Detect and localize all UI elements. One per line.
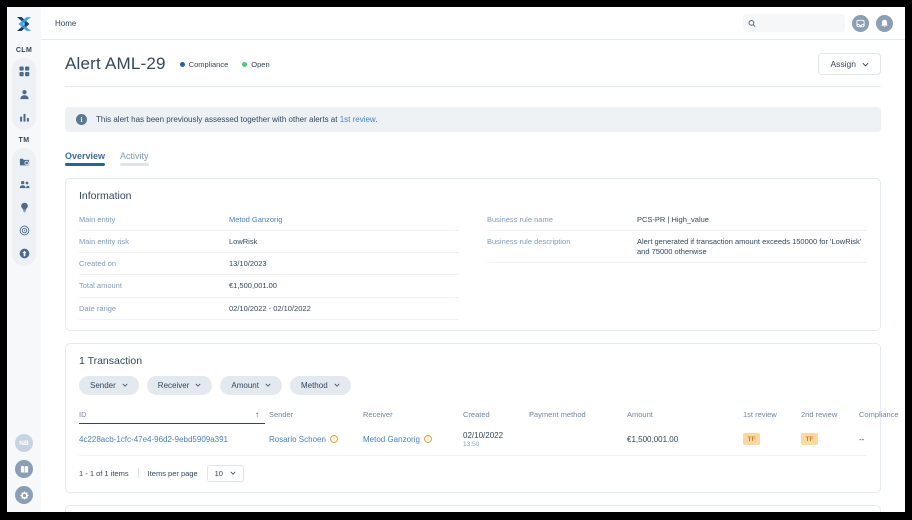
info-row-main-entity: Main entity Metod Ganzorig xyxy=(79,209,459,231)
first-review-link[interactable]: 1st review xyxy=(340,115,376,124)
sidebar: CLM TM xyxy=(7,7,41,512)
info-row-main-entity-risk: Main entity risk LowRisk xyxy=(79,231,459,253)
assessments-card: Assessments xyxy=(65,505,881,512)
sidebar-group-tm xyxy=(12,148,36,266)
amount-cell: €1,500,001.00 xyxy=(627,435,739,444)
tf-badge: TF xyxy=(743,433,760,445)
bell-icon[interactable] xyxy=(876,15,893,32)
sidebar-bottom: NB xyxy=(15,434,33,504)
book-icon[interactable] xyxy=(15,460,33,478)
tab-bar: Overview Activity xyxy=(65,151,881,166)
column-header-payment-method[interactable]: Payment method xyxy=(529,406,623,423)
page-title: Alert AML-29 xyxy=(65,54,166,74)
app-window: CLM TM xyxy=(7,7,905,512)
column-header-compliance[interactable]: Compliance xyxy=(859,406,899,423)
sidebar-section-label-tm: TM xyxy=(19,137,30,144)
column-header-sender[interactable]: Sender xyxy=(269,406,359,423)
table-row: 4c228acb-1cfc-47e4-96d2-9ebd5909a391 Ros… xyxy=(79,424,867,456)
info-row-business-rule-description: Business rule description Alert generate… xyxy=(487,231,867,263)
page-content: Alert AML-29 Compliance Open Assign xyxy=(41,40,905,512)
second-review-cell: TF xyxy=(801,433,855,445)
items-per-page-label: Items per page xyxy=(148,469,198,478)
info-row-created-on: Created on 13/10/2023 xyxy=(79,253,459,275)
user-avatar[interactable]: NB xyxy=(15,434,33,452)
tf-badge: TF xyxy=(801,433,818,445)
chevron-down-icon xyxy=(862,62,869,67)
inbox-icon[interactable] xyxy=(852,15,869,32)
status-badge-compliance: Compliance xyxy=(180,60,229,69)
information-title: Information xyxy=(79,190,867,202)
person-icon[interactable] xyxy=(18,88,30,100)
sidebar-group-clm xyxy=(12,58,36,130)
items-per-page-select[interactable]: 10 xyxy=(207,465,244,482)
sidebar-section-label-clm: CLM xyxy=(16,47,32,54)
chevron-down-icon xyxy=(122,383,128,387)
filter-method[interactable]: Method xyxy=(290,376,351,395)
main-area: Home xyxy=(41,7,905,512)
chevron-down-icon xyxy=(230,471,236,475)
breadcrumb[interactable]: Home xyxy=(55,19,76,28)
transactions-title: 1 Transaction xyxy=(79,355,867,367)
open-dot-icon xyxy=(242,62,247,67)
screenshot-frame: CLM TM xyxy=(0,0,912,520)
bar-chart-icon[interactable] xyxy=(18,111,30,123)
first-review-cell: TF xyxy=(743,433,797,445)
column-header-1st-review[interactable]: 1st review xyxy=(743,406,797,423)
chevron-down-icon xyxy=(334,383,340,387)
topbar: Home xyxy=(41,7,905,40)
table-header-row: ID ↑ Sender Receiver Created Payment met… xyxy=(79,406,867,424)
compliance-dot-icon xyxy=(180,62,185,67)
radar-icon[interactable] xyxy=(18,224,30,236)
gear-icon[interactable] xyxy=(15,486,33,504)
status-badge-open: Open xyxy=(242,60,269,69)
pagination-range: 1 - 1 of 1 items xyxy=(79,469,129,478)
sort-asc-icon[interactable]: ↑ xyxy=(255,410,259,419)
page-head: Alert AML-29 Compliance Open Assign xyxy=(65,40,881,87)
column-header-2nd-review[interactable]: 2nd review xyxy=(801,406,855,423)
transaction-id-link[interactable]: 4c228acb-1cfc-47e4-96d2-9ebd5909a391 xyxy=(79,435,265,444)
pagination-bar: 1 - 1 of 1 items Items per page 10 xyxy=(79,465,867,482)
chevron-down-icon xyxy=(195,383,201,387)
app-logo-icon[interactable] xyxy=(14,14,34,34)
dashboard-icon[interactable] xyxy=(18,65,30,77)
search-icon xyxy=(748,19,756,28)
upload-circle-icon[interactable] xyxy=(18,247,30,259)
case-search-icon[interactable] xyxy=(18,155,30,167)
created-cell: 02/10/2022 13:50 xyxy=(463,431,525,448)
filter-amount[interactable]: Amount xyxy=(220,376,282,395)
column-header-id[interactable]: ID ↑ xyxy=(79,406,265,424)
info-row-business-rule-name: Business rule name PCS-PR | High_value xyxy=(487,209,867,231)
info-row-total-amount: Total amount €1,500,001.00 xyxy=(79,275,459,297)
tab-overview[interactable]: Overview xyxy=(65,151,105,166)
receiver-link[interactable]: Metod Ganzorig ! xyxy=(363,435,459,444)
compliance-cell: -- xyxy=(859,435,867,444)
column-header-created[interactable]: Created xyxy=(463,406,525,423)
warning-icon[interactable]: ! xyxy=(424,435,432,443)
info-banner: i This alert has been previously assesse… xyxy=(65,107,881,132)
transactions-card: 1 Transaction Sender Receiver Amount xyxy=(65,343,881,493)
info-row-date-range: Date range 02/10/2022 - 02/10/2022 xyxy=(79,298,459,320)
pagination-divider xyxy=(138,468,139,478)
column-header-receiver[interactable]: Receiver xyxy=(363,406,459,423)
chevron-down-icon xyxy=(265,383,271,387)
transactions-table: ID ↑ Sender Receiver Created Payment met… xyxy=(79,406,867,456)
main-entity-link[interactable]: Metod Ganzorig xyxy=(229,215,282,225)
filter-sender[interactable]: Sender xyxy=(79,376,139,395)
warning-icon[interactable]: ! xyxy=(330,435,338,443)
banner-text: This alert has been previously assessed … xyxy=(96,115,378,124)
search-box[interactable] xyxy=(743,14,845,32)
people-icon[interactable] xyxy=(18,178,30,190)
tab-activity[interactable]: Activity xyxy=(120,151,149,166)
information-left-column: Main entity Metod Ganzorig Main entity r… xyxy=(79,209,459,320)
lightbulb-icon[interactable] xyxy=(18,201,30,213)
search-input[interactable] xyxy=(760,19,840,28)
info-icon: i xyxy=(76,114,87,125)
column-header-amount[interactable]: Amount xyxy=(627,406,739,423)
filter-receiver[interactable]: Receiver xyxy=(147,376,213,395)
assign-button[interactable]: Assign xyxy=(818,53,881,75)
sender-link[interactable]: Rosario Schoen ! xyxy=(269,435,359,444)
information-card: Information Main entity Metod Ganzorig M… xyxy=(65,178,881,331)
information-right-column: Business rule name PCS-PR | High_value B… xyxy=(487,209,867,320)
filter-bar: Sender Receiver Amount Method xyxy=(79,376,867,395)
